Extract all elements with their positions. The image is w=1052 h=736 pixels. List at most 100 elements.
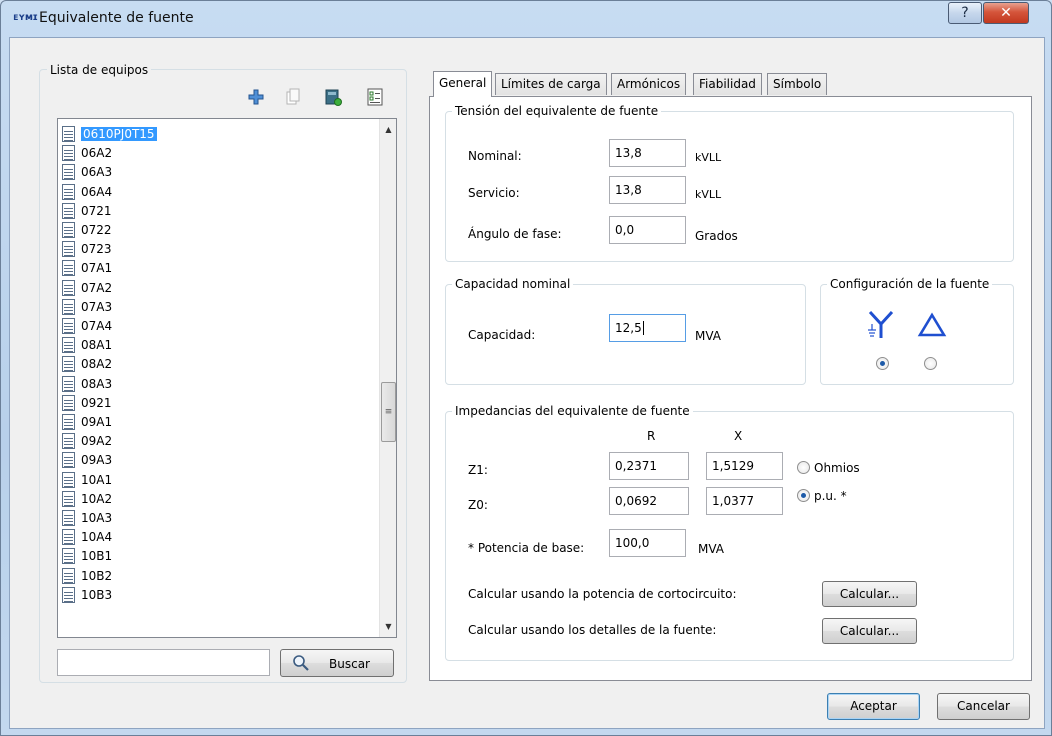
z1-label: Z1: xyxy=(468,463,488,477)
servicio-label: Servicio: xyxy=(468,186,520,200)
tab-armonicos[interactable]: Armónicos xyxy=(611,73,687,95)
search-button[interactable]: Buscar xyxy=(280,649,394,677)
nominal-label: Nominal: xyxy=(468,149,522,163)
tab-simbolo[interactable]: Símbolo xyxy=(767,73,828,95)
window-title: Equivalente de fuente xyxy=(39,10,194,26)
ohmios-radio[interactable] xyxy=(797,461,810,474)
search-input[interactable] xyxy=(57,649,270,676)
database-add-icon[interactable] xyxy=(324,88,342,106)
pu-radio[interactable] xyxy=(797,489,810,502)
servicio-unit: kVLL xyxy=(695,188,722,201)
document-icon xyxy=(62,548,75,565)
z0-x-value: 1,0377 xyxy=(712,494,754,508)
scroll-thumb[interactable]: ≡ xyxy=(381,382,396,442)
checklist-icon[interactable] xyxy=(366,88,384,106)
document-icon xyxy=(62,433,75,450)
list-item[interactable]: 07A2 xyxy=(62,279,112,297)
list-item-label: 10B1 xyxy=(81,549,113,564)
list-item-label: 06A2 xyxy=(81,146,113,161)
list-item-label: 07A3 xyxy=(81,299,113,314)
angulo-label: Ángulo de fase: xyxy=(468,227,562,241)
base-value: 100,0 xyxy=(615,536,650,550)
app-logo-icon: ᴇʏᴍɪ xyxy=(13,12,38,23)
tab-general[interactable]: General xyxy=(433,71,493,97)
delta-radio[interactable] xyxy=(924,357,937,370)
aceptar-button[interactable]: Aceptar xyxy=(827,693,920,720)
angulo-field[interactable]: 0,0 xyxy=(609,216,686,244)
list-item[interactable]: 10B1 xyxy=(62,547,112,565)
z1-r-field[interactable]: 0,2371 xyxy=(609,452,689,480)
list-item[interactable]: 06A3 xyxy=(62,163,112,181)
calc-cortocircuito-button[interactable]: Calcular... xyxy=(822,581,917,607)
list-item-label: 07A1 xyxy=(81,261,113,276)
list-item-label: 0722 xyxy=(81,223,112,237)
calc-detalles-label: Calcular usando los detalles de la fuent… xyxy=(468,623,717,637)
list-item[interactable]: 0610PJ0T15 xyxy=(62,125,157,143)
base-field[interactable]: 100,0 xyxy=(609,529,686,557)
list-item-label: 08A1 xyxy=(81,338,113,353)
equipment-listbox[interactable]: 0610PJ0T15 06A2 06A3 06A4 0721 0722 0723 07A1 07… xyxy=(57,118,397,638)
document-icon xyxy=(62,567,75,584)
list-item[interactable]: 0921 xyxy=(62,394,112,412)
list-item[interactable]: 10B2 xyxy=(62,567,112,585)
wye-radio[interactable] xyxy=(876,357,889,370)
list-item[interactable]: 08A3 xyxy=(62,375,112,393)
impedancias-group-title: Impedancias del equivalente de fuente xyxy=(452,404,693,418)
add-icon[interactable] xyxy=(247,88,265,106)
title-bar[interactable]: ᴇʏᴍɪ Equivalente de fuente ? ✕ xyxy=(1,1,1051,37)
list-item[interactable]: 07A4 xyxy=(62,317,112,335)
list-item[interactable]: 08A2 xyxy=(62,355,112,373)
col-x-header: X xyxy=(734,429,743,443)
document-icon xyxy=(62,510,75,526)
document-icon xyxy=(62,126,75,142)
document-icon xyxy=(62,145,75,162)
equipment-list-title: Lista de equipos xyxy=(47,63,152,77)
list-item[interactable]: 07A1 xyxy=(62,259,112,277)
z1-x-field[interactable]: 1,5129 xyxy=(706,452,783,480)
calc-detalles-button[interactable]: Calcular... xyxy=(822,618,917,644)
document-icon xyxy=(62,318,75,334)
list-item[interactable]: 0722 xyxy=(62,221,112,239)
close-button[interactable]: ✕ xyxy=(983,2,1029,24)
cancelar-button[interactable]: Cancelar xyxy=(937,693,1030,720)
z0-r-field[interactable]: 0,0692 xyxy=(609,487,689,515)
list-item[interactable]: 09A2 xyxy=(62,432,112,450)
list-item[interactable]: 07A3 xyxy=(62,298,112,316)
document-icon xyxy=(62,337,75,354)
configuracion-group-title: Configuración de la fuente xyxy=(827,277,993,291)
list-item[interactable]: 10B3 xyxy=(62,586,112,604)
search-button-label: Buscar xyxy=(329,657,370,671)
capacidad-field[interactable]: 12,5 xyxy=(609,314,686,342)
help-button[interactable]: ? xyxy=(948,2,982,24)
nominal-unit: kVLL xyxy=(695,151,722,164)
capacidad-label: Capacidad: xyxy=(468,328,536,342)
list-item[interactable]: 06A4 xyxy=(62,183,112,201)
servicio-field[interactable]: 13,8 xyxy=(609,176,686,204)
z0-x-field[interactable]: 1,0377 xyxy=(706,487,783,515)
list-item[interactable]: 10A4 xyxy=(62,528,112,546)
list-item[interactable]: 09A1 xyxy=(62,413,112,431)
list-item[interactable]: 10A1 xyxy=(62,471,112,489)
tab-limites-de-carga[interactable]: Límites de carga xyxy=(495,73,607,95)
nominal-field[interactable]: 13,8 xyxy=(609,139,686,167)
list-item[interactable]: 0723 xyxy=(62,240,112,258)
list-item[interactable]: 08A1 xyxy=(62,336,112,354)
z1-r-value: 0,2371 xyxy=(615,459,657,473)
scroll-down-icon[interactable]: ▼ xyxy=(380,618,396,635)
list-item[interactable]: 10A3 xyxy=(62,509,112,527)
document-icon xyxy=(62,375,75,392)
copy-icon[interactable] xyxy=(284,88,302,106)
list-item-label: 10B2 xyxy=(81,568,113,583)
tab-fiabilidad[interactable]: Fiabilidad xyxy=(693,73,762,95)
list-item[interactable]: 10A2 xyxy=(62,490,112,508)
list-item-label: 07A2 xyxy=(81,280,113,295)
document-icon xyxy=(62,529,75,546)
list-item[interactable]: 06A2 xyxy=(62,144,112,162)
list-item[interactable]: 0721 xyxy=(62,202,112,220)
scroll-up-icon[interactable]: ▲ xyxy=(380,121,396,138)
capacidad-value: 12,5 xyxy=(615,321,642,335)
list-scrollbar[interactable]: ▲ ≡ ▼ xyxy=(379,119,396,637)
document-icon xyxy=(62,490,75,507)
list-item[interactable]: 09A3 xyxy=(62,451,112,469)
magnifier-icon xyxy=(291,654,311,675)
